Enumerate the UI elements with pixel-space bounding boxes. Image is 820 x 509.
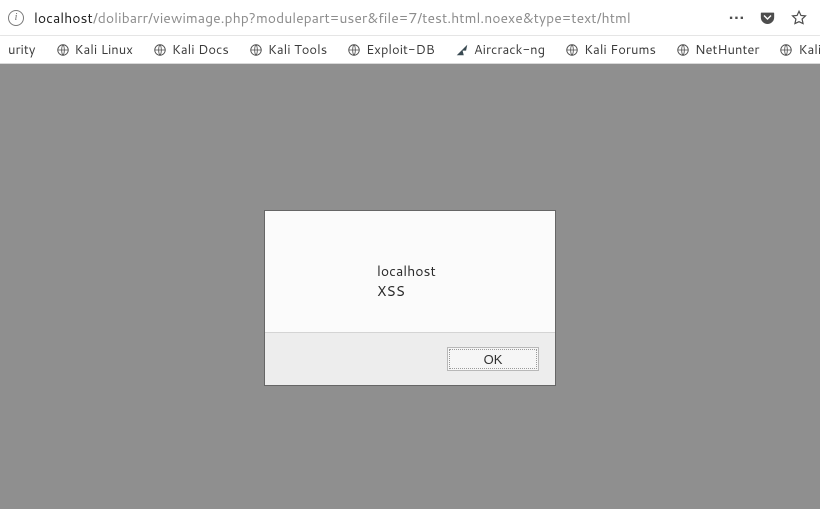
globe-icon bbox=[56, 43, 70, 57]
bookmark-label: Kali Docs bbox=[172, 41, 229, 59]
aircrack-icon bbox=[455, 43, 469, 57]
js-alert-origin: localhost bbox=[377, 261, 533, 281]
js-alert-dialog: localhost XSS OK bbox=[264, 210, 556, 386]
bookmark-item[interactable]: Aircrack-ng bbox=[449, 39, 551, 61]
bookmark-label: urity bbox=[8, 41, 36, 59]
bookmark-label: NetHunter bbox=[695, 41, 760, 59]
bookmark-label: Aircrack-ng bbox=[474, 41, 545, 59]
bookmark-star-icon[interactable] bbox=[790, 9, 808, 27]
bookmark-item[interactable]: Kali Tra bbox=[773, 39, 820, 61]
bookmark-label: Kali Forums bbox=[584, 41, 656, 59]
page-actions-menu-icon[interactable]: ••• bbox=[729, 11, 745, 25]
page-actions: ••• bbox=[729, 9, 812, 27]
globe-icon bbox=[779, 43, 793, 57]
js-alert-body: localhost XSS bbox=[265, 211, 555, 332]
globe-icon bbox=[249, 43, 263, 57]
js-alert-button-row: OK bbox=[265, 332, 555, 385]
address-bar-row: i localhost/dolibarr/viewimage.php?modul… bbox=[0, 0, 820, 36]
url-host: localhost bbox=[34, 8, 93, 28]
bookmark-item[interactable]: Exploit-DB bbox=[341, 39, 441, 61]
bookmark-label: Kali Linux bbox=[75, 41, 133, 59]
bookmark-item[interactable]: Kali Forums bbox=[559, 39, 662, 61]
bookmark-label: Kali Tra bbox=[798, 41, 820, 59]
bookmark-item[interactable]: Kali Tools bbox=[243, 39, 333, 61]
globe-icon bbox=[153, 43, 167, 57]
globe-icon bbox=[676, 43, 690, 57]
url-input[interactable]: localhost/dolibarr/viewimage.php?modulep… bbox=[34, 8, 719, 28]
js-alert-message: XSS bbox=[377, 281, 533, 301]
url-path: /dolibarr/viewimage.php?modulepart=user&… bbox=[93, 8, 631, 28]
globe-icon bbox=[565, 43, 579, 57]
bookmarks-toolbar: urity Kali Linux Kali Docs Kali Tools Exploi… bbox=[0, 36, 820, 64]
site-info-icon[interactable]: i bbox=[8, 10, 24, 26]
bookmark-item[interactable]: Kali Docs bbox=[147, 39, 235, 61]
js-alert-ok-button[interactable]: OK bbox=[447, 347, 539, 371]
pocket-icon[interactable] bbox=[759, 10, 776, 26]
bookmark-item[interactable]: urity bbox=[2, 39, 42, 61]
globe-icon bbox=[347, 43, 361, 57]
bookmark-label: Exploit-DB bbox=[366, 41, 435, 59]
bookmark-item[interactable]: Kali Linux bbox=[50, 39, 139, 61]
bookmark-item[interactable]: NetHunter bbox=[670, 39, 766, 61]
bookmark-label: Kali Tools bbox=[268, 41, 327, 59]
